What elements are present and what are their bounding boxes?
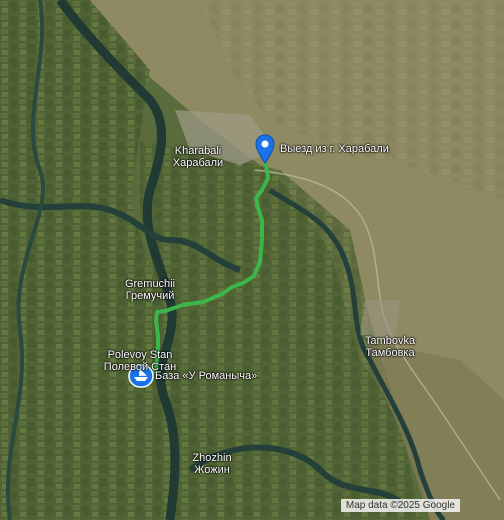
town-tambovka	[360, 300, 400, 340]
map-attribution[interactable]: Map data ©2025 Google	[340, 499, 460, 512]
place-label-tambovka: Tambovka Тамбовка	[355, 335, 425, 359]
route-start-pin[interactable]	[255, 134, 275, 164]
place-name-latin: Polevoy Stan	[107, 349, 173, 361]
route-start-label[interactable]: Выезд из г. Харабали	[280, 143, 389, 155]
place-name-cyrillic: Харабали	[172, 157, 224, 169]
place-name-latin: Gremuchii	[124, 278, 176, 290]
place-name-cyrillic: Полевой Стан	[103, 361, 177, 373]
place-name-latin: Kharabali	[174, 145, 222, 157]
place-label-kharabali: Kharabali Харабали	[168, 145, 228, 169]
satellite-map[interactable]	[0, 0, 504, 520]
place-label-polevoy: Polevoy Stan Полевой Стан	[100, 349, 180, 373]
place-name-latin: Zhozhin	[192, 452, 232, 464]
place-name-latin: Tambovka	[364, 335, 416, 347]
map-pin-icon	[255, 134, 275, 164]
place-label-gremuchii: Gremuchii Гремучий	[117, 278, 183, 302]
place-name-cyrillic: Гремучий	[125, 290, 175, 302]
place-name-cyrillic: Тамбовка	[365, 347, 415, 359]
place-label-zhozhin: Zhozhin Жожин	[184, 452, 240, 476]
place-name-cyrillic: Жожин	[194, 464, 230, 476]
